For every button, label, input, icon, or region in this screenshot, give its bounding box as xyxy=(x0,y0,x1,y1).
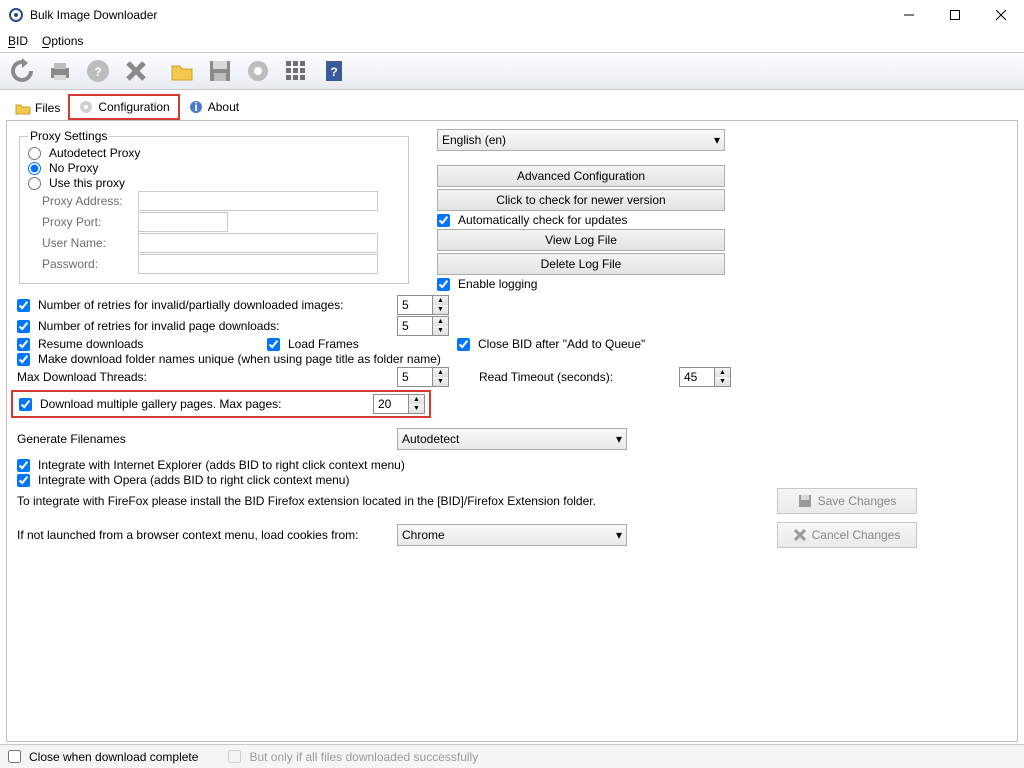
menu-bid[interactable]: BID xyxy=(8,34,28,48)
gear-icon[interactable] xyxy=(240,54,276,88)
proxy-legend: Proxy Settings xyxy=(28,129,109,143)
proxy-address-input[interactable] xyxy=(138,191,378,211)
chevron-down-icon: ▾ xyxy=(714,133,720,147)
tab-about[interactable]: i About xyxy=(179,95,248,119)
svg-text:?: ? xyxy=(330,65,337,79)
proxy-address-label: Proxy Address: xyxy=(28,194,138,208)
chevron-down-icon: ▾ xyxy=(616,528,622,542)
tab-files[interactable]: Files xyxy=(6,97,69,119)
close-bid-checkbox[interactable]: Close BID after "Add to Queue" xyxy=(457,337,645,351)
proxy-pass-input[interactable] xyxy=(138,254,378,274)
multi-page-checkbox[interactable]: Download multiple gallery pages. Max pag… xyxy=(19,397,373,411)
proxy-pass-label: Password: xyxy=(28,257,138,271)
radio-no-proxy[interactable]: No Proxy xyxy=(28,161,98,175)
tab-configuration[interactable]: Configuration xyxy=(69,95,178,119)
close-when-complete-checkbox[interactable]: Close when download complete xyxy=(8,750,198,764)
integrate-ie-checkbox[interactable]: Integrate with Internet Explorer (adds B… xyxy=(17,458,405,472)
right-column: English (en)▾ Advanced Configuration Cli… xyxy=(437,129,727,291)
max-threads-spinner[interactable]: ▲▼ xyxy=(397,367,449,387)
app-icon xyxy=(8,7,24,23)
proxy-user-input[interactable] xyxy=(138,233,378,253)
read-timeout-label: Read Timeout (seconds): xyxy=(479,370,679,384)
resume-downloads-checkbox[interactable]: Resume downloads xyxy=(17,337,267,351)
unique-folder-checkbox[interactable]: Make download folder names unique (when … xyxy=(17,352,441,366)
retries-images-spinner[interactable]: ▲▼ xyxy=(397,295,449,315)
svg-text:i: i xyxy=(194,100,197,114)
enable-logging-checkbox[interactable]: Enable logging xyxy=(437,277,727,291)
minimize-button[interactable] xyxy=(886,0,932,30)
cookies-label: If not launched from a browser context m… xyxy=(17,528,397,542)
language-select[interactable]: English (en)▾ xyxy=(437,129,725,151)
generate-filenames-label: Generate Filenames xyxy=(17,432,397,446)
cancel-x-icon[interactable] xyxy=(118,54,154,88)
grid-icon[interactable] xyxy=(278,54,314,88)
print-icon[interactable] xyxy=(42,54,78,88)
tab-files-label: Files xyxy=(35,101,60,115)
max-threads-label: Max Download Threads: xyxy=(17,370,397,384)
proxy-port-input[interactable] xyxy=(138,212,228,232)
auto-check-updates-checkbox[interactable]: Automatically check for updates xyxy=(437,213,727,227)
retries-pages-checkbox[interactable]: Number of retries for invalid page downl… xyxy=(17,319,397,333)
only-if-success-checkbox: But only if all files downloaded success… xyxy=(228,750,478,764)
integrate-opera-checkbox[interactable]: Integrate with Opera (adds BID to right … xyxy=(17,473,349,487)
refresh-icon[interactable] xyxy=(4,54,40,88)
chevron-down-icon: ▾ xyxy=(616,432,622,446)
toolbar: ? ? xyxy=(0,52,1024,90)
check-version-button[interactable]: Click to check for newer version xyxy=(437,189,725,211)
advanced-config-button[interactable]: Advanced Configuration xyxy=(437,165,725,187)
window-title: Bulk Image Downloader xyxy=(30,8,886,22)
read-timeout-spinner[interactable]: ▲▼ xyxy=(679,367,731,387)
firefox-note: To integrate with FireFox please install… xyxy=(17,494,777,508)
view-log-button[interactable]: View Log File xyxy=(437,229,725,251)
help-book-icon[interactable]: ? xyxy=(316,54,352,88)
radio-use-proxy[interactable]: Use this proxy xyxy=(28,176,125,190)
files-icon xyxy=(15,101,31,115)
retries-pages-spinner[interactable]: ▲▼ xyxy=(397,316,449,336)
status-bar: Close when download complete But only if… xyxy=(0,744,1024,768)
info-icon: i xyxy=(188,99,204,115)
tab-config-label: Configuration xyxy=(98,100,169,114)
tab-about-label: About xyxy=(208,100,239,114)
cancel-icon xyxy=(794,529,806,541)
save-icon xyxy=(798,494,812,508)
proxy-settings-group: Proxy Settings Autodetect Proxy No Proxy… xyxy=(19,129,409,284)
folder-icon[interactable] xyxy=(164,54,200,88)
gear-small-icon xyxy=(78,99,94,115)
maximize-button[interactable] xyxy=(932,0,978,30)
menu-options[interactable]: Options xyxy=(42,34,83,48)
titlebar: Bulk Image Downloader xyxy=(0,0,1024,30)
load-frames-checkbox[interactable]: Load Frames xyxy=(267,337,457,351)
menubar: BID Options xyxy=(0,30,1024,52)
generate-filenames-select[interactable]: Autodetect▾ xyxy=(397,428,627,450)
multi-page-spinner[interactable]: ▲▼ xyxy=(373,394,425,414)
svg-text:?: ? xyxy=(94,65,101,79)
save-disk-icon[interactable] xyxy=(202,54,238,88)
radio-autodetect-proxy[interactable]: Autodetect Proxy xyxy=(28,146,140,160)
proxy-user-label: User Name: xyxy=(28,236,138,250)
close-button[interactable] xyxy=(978,0,1024,30)
config-panel: Proxy Settings Autodetect Proxy No Proxy… xyxy=(6,120,1018,742)
tab-strip: Files Configuration i About xyxy=(0,92,1024,118)
delete-log-button[interactable]: Delete Log File xyxy=(437,253,725,275)
cookies-select[interactable]: Chrome▾ xyxy=(397,524,627,546)
retries-images-checkbox[interactable]: Number of retries for invalid/partially … xyxy=(17,298,397,312)
save-changes-button[interactable]: Save Changes xyxy=(777,488,917,514)
cancel-changes-button[interactable]: Cancel Changes xyxy=(777,522,917,548)
help-circle-icon[interactable]: ? xyxy=(80,54,116,88)
proxy-port-label: Proxy Port: xyxy=(28,215,138,229)
